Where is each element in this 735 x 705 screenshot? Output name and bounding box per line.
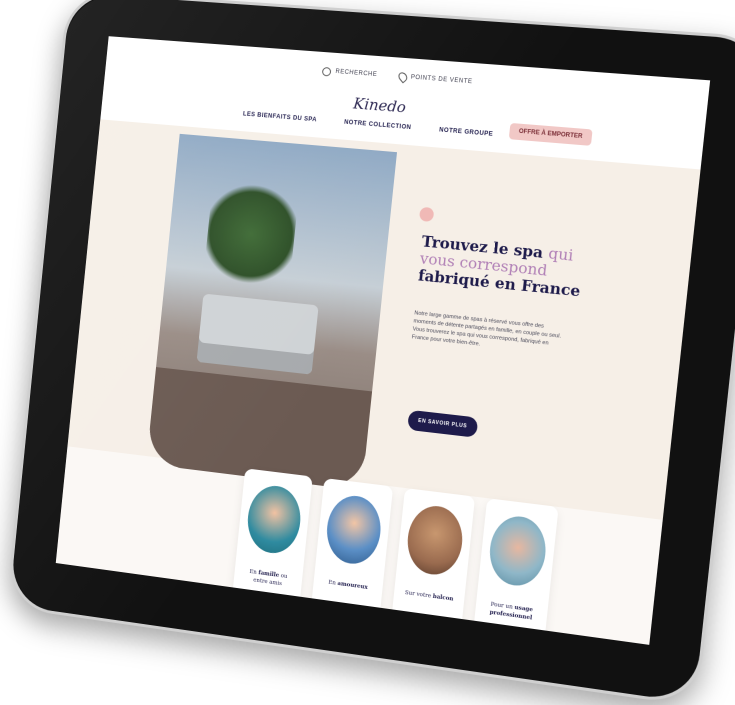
card-caption: Sur votre balcon <box>401 589 458 605</box>
card-avatar <box>245 483 304 556</box>
stores-link[interactable]: POINTS DE VENTE <box>398 72 473 88</box>
title-part-2: qui <box>548 244 575 265</box>
search-link[interactable]: RECHERCHE <box>322 66 377 79</box>
card-couple[interactable]: En amoureux <box>309 478 393 636</box>
nav-item-spa-benefits[interactable]: LES BIENFAITS DU SPA <box>243 111 317 123</box>
hero-title: Trouvez le spa qui vous correspond fabri… <box>417 233 585 300</box>
search-icon <box>322 66 332 76</box>
stage: RECHERCHE POINTS DE VENTE Kinedo LES BIE… <box>0 0 735 705</box>
card-avatar <box>487 513 549 589</box>
brand-logo[interactable]: Kinedo <box>352 94 406 116</box>
hero-body: Notre large gamme de spas à réservé vous… <box>411 309 566 357</box>
cta-label: OFFRE À EMPORTER <box>518 129 582 140</box>
stores-label: POINTS DE VENTE <box>410 75 472 86</box>
hero-section: Trouvez le spa qui vous correspond fabri… <box>67 119 700 520</box>
card-caption: En famille ou entre amis <box>240 567 295 590</box>
card-avatar <box>324 493 384 567</box>
cta-button[interactable]: OFFRE À EMPORTER <box>509 123 593 146</box>
usage-cards: En famille ou entre amis En amoureux Sur… <box>230 468 558 645</box>
card-caption: Pour un usage professionnel <box>482 600 541 624</box>
decor-blob <box>419 207 434 222</box>
hero-photo <box>146 134 397 491</box>
card-professional[interactable]: Pour un usage professionnel <box>471 498 558 645</box>
nav-item-group[interactable]: NOTRE GROUPE <box>439 127 493 137</box>
spa-tub-shape <box>197 294 319 375</box>
learn-more-button[interactable]: EN SAVOIR PLUS <box>407 410 478 438</box>
card-avatar <box>404 503 465 578</box>
tablet-device: RECHERCHE POINTS DE VENTE Kinedo LES BIE… <box>6 0 735 705</box>
website-screen: RECHERCHE POINTS DE VENTE Kinedo LES BIE… <box>56 36 710 645</box>
card-balcony[interactable]: Sur votre balcon <box>389 488 475 645</box>
card-caption: En amoureux <box>320 578 376 593</box>
nav-item-collection[interactable]: NOTRE COLLECTION <box>344 120 412 131</box>
plant-shape <box>203 176 300 292</box>
card-family[interactable]: En famille ou entre amis <box>230 468 313 624</box>
search-label: RECHERCHE <box>335 69 377 78</box>
location-pin-icon <box>397 71 409 84</box>
